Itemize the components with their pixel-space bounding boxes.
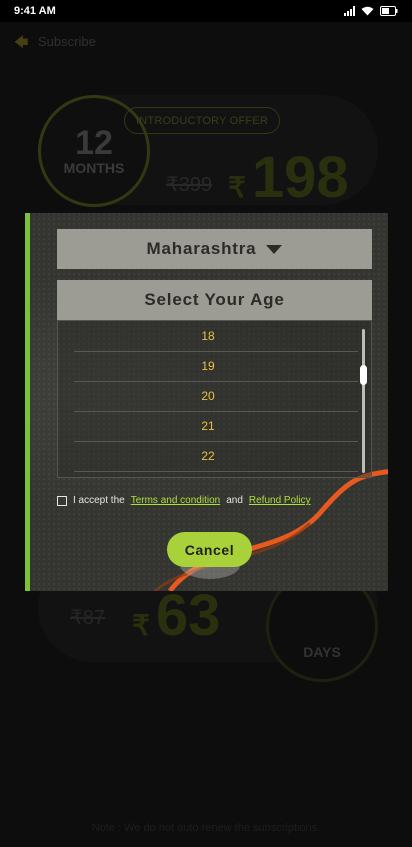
accept-prefix: I accept the xyxy=(73,495,125,506)
terms-link[interactable]: Terms and condition xyxy=(131,495,221,506)
age-header: Select Your Age xyxy=(57,280,372,320)
age-scrollbar[interactable] xyxy=(362,329,365,473)
battery-icon xyxy=(380,6,398,16)
age-option[interactable]: 21 xyxy=(58,411,358,441)
age-option[interactable]: 22 xyxy=(58,441,358,471)
cancel-button[interactable]: Cancel xyxy=(167,532,252,567)
and-text: and xyxy=(226,495,243,506)
refund-policy-link[interactable]: Refund Policy xyxy=(249,495,311,506)
age-select-dialog: Maharashtra Select Your Age 18 19 20 21 … xyxy=(25,213,388,591)
age-list[interactable]: 18 19 20 21 22 xyxy=(57,320,372,478)
age-option[interactable]: 20 xyxy=(58,381,358,411)
age-option[interactable]: 18 xyxy=(58,321,358,351)
age-option[interactable]: 19 xyxy=(58,351,358,381)
age-divider xyxy=(74,471,358,472)
signal-icon xyxy=(344,6,355,16)
state-dropdown[interactable]: Maharashtra xyxy=(57,229,372,269)
status-time: 9:41 AM xyxy=(14,5,56,17)
status-icons xyxy=(344,6,398,16)
accept-terms-checkbox[interactable] xyxy=(57,495,67,506)
accept-terms-row: I accept the Terms and condition and Ref… xyxy=(57,495,311,506)
caret-down-icon xyxy=(266,244,283,254)
state-value: Maharashtra xyxy=(146,239,257,258)
status-bar: 9:41 AM xyxy=(0,0,412,22)
wifi-icon xyxy=(361,6,374,16)
age-scroll-thumb[interactable] xyxy=(360,365,367,385)
